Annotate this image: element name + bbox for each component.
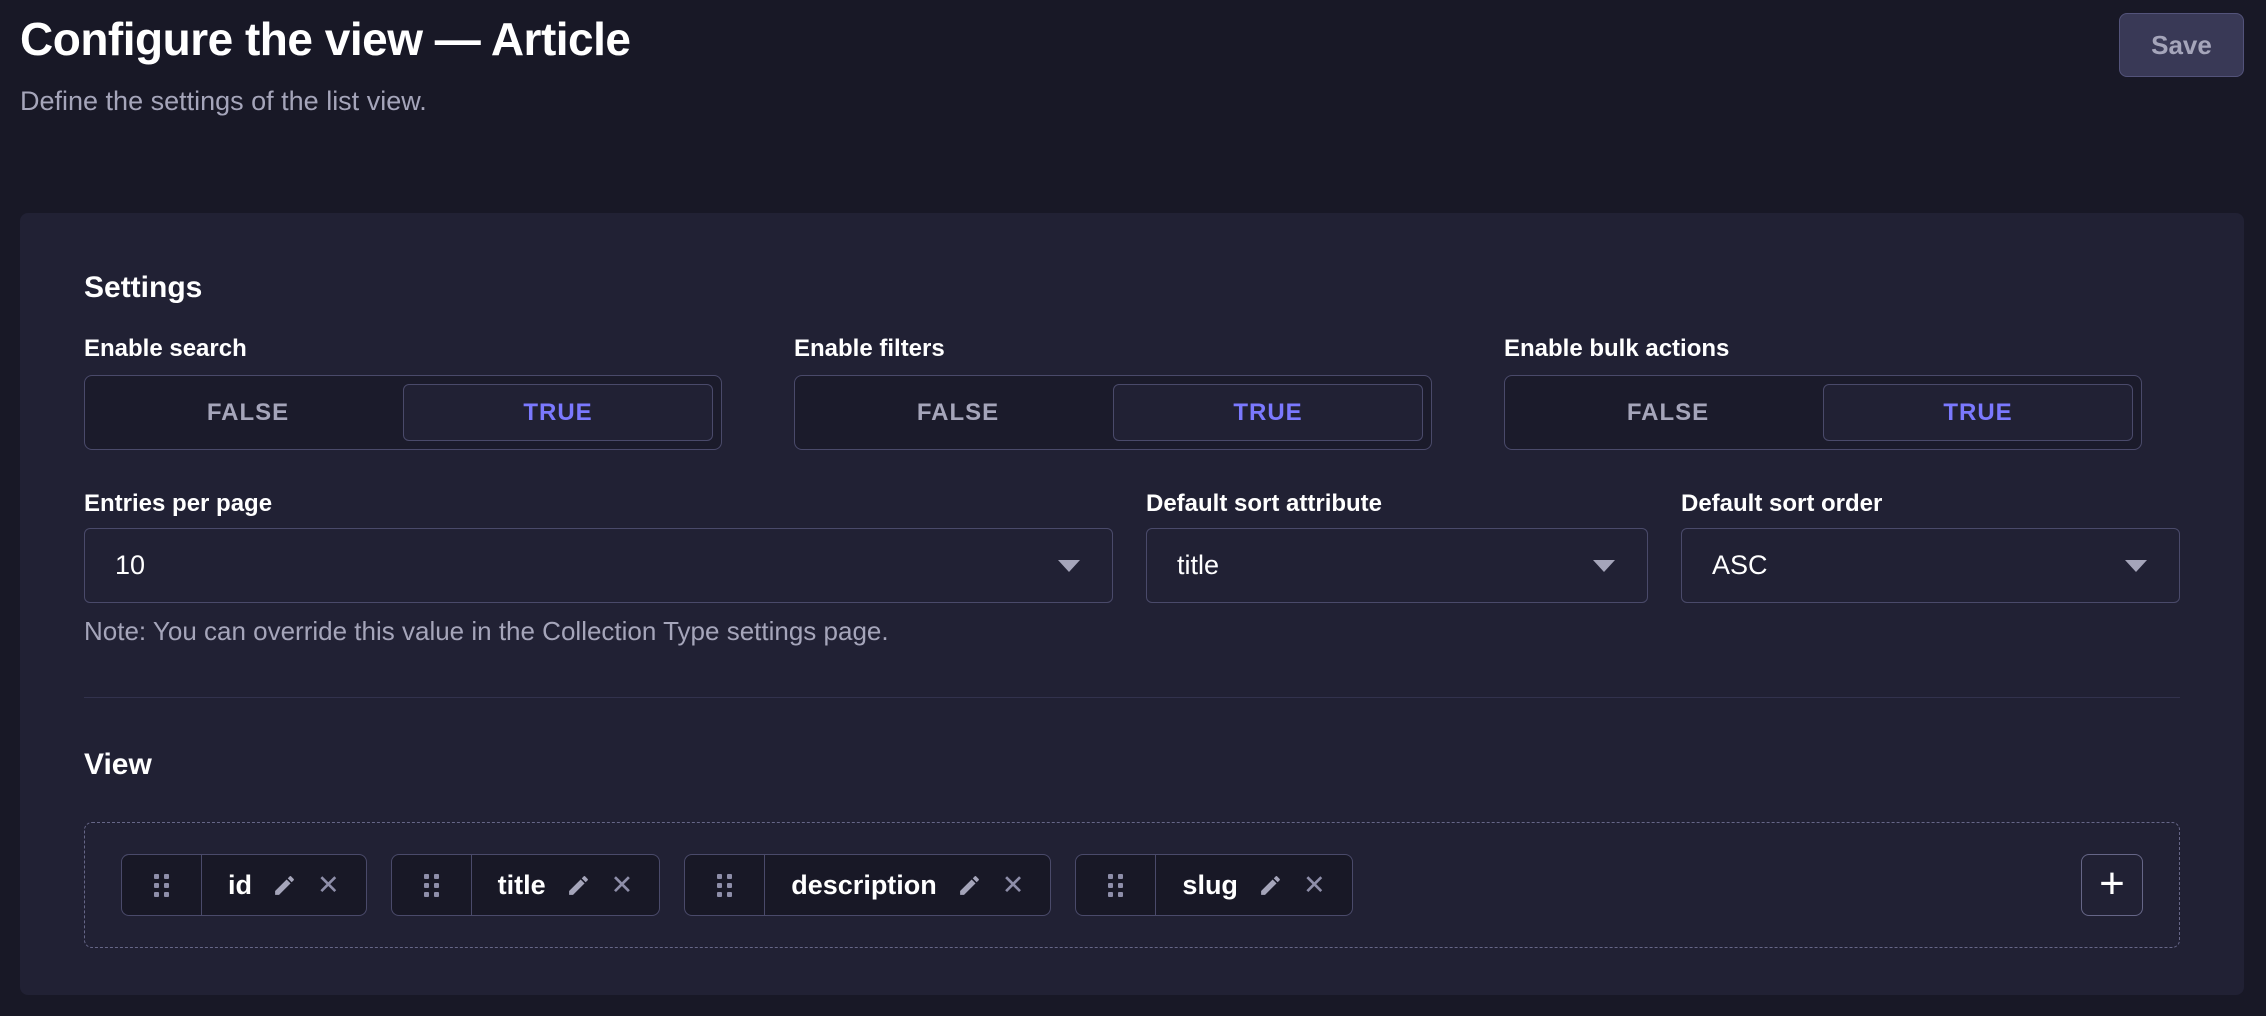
toggle-option-false[interactable]: FALSE [93,384,403,441]
field-chip-slug: slug ✕ [1075,854,1352,916]
save-button[interactable]: Save [2119,13,2244,77]
toggle-field-enable-filters: Enable filters FALSE TRUE [794,335,1432,450]
section-divider [84,697,2180,698]
edit-field-button[interactable] [272,873,297,898]
remove-field-button[interactable]: ✕ [611,872,634,899]
drag-handle[interactable] [1076,855,1156,915]
toggle-field-enable-search: Enable search FALSE TRUE [84,335,722,450]
field-label: Enable search [84,335,722,363]
chip-label: id [228,870,252,901]
toggle-option-false[interactable]: FALSE [1513,384,1823,441]
page-subtitle: Define the settings of the list view. [20,84,2244,118]
view-heading: View [84,746,2180,784]
drag-handle-icon [424,874,439,897]
drag-handle[interactable] [122,855,202,915]
pencil-icon [272,873,297,898]
drag-handle[interactable] [392,855,472,915]
chevron-down-icon [1058,560,1080,572]
settings-heading: Settings [84,269,2180,307]
field-chip-title: title ✕ [391,854,661,916]
toggle-option-true[interactable]: TRUE [1823,384,2133,441]
default-sort-order-select[interactable]: ASC [1681,528,2180,603]
chip-label: slug [1182,870,1238,901]
select-field-default-sort-attribute: Default sort attribute title [1146,490,1648,603]
remove-field-button[interactable]: ✕ [1303,872,1326,899]
toggle-option-true[interactable]: TRUE [1113,384,1423,441]
entries-per-page-select[interactable]: 10 [84,528,1113,603]
entries-per-page-note: Note: You can override this value in the… [84,615,2180,647]
remove-field-button[interactable]: ✕ [1002,872,1025,899]
page-title: Configure the view — Article [20,10,2244,68]
toggle-option-false[interactable]: FALSE [803,384,1113,441]
toggle-enable-filters: FALSE TRUE [794,375,1432,450]
remove-field-button[interactable]: ✕ [317,872,340,899]
select-row: Entries per page 10 Default sort attribu… [84,490,2180,603]
drag-handle-icon [1108,874,1123,897]
close-icon: ✕ [1303,872,1326,899]
drag-handle-icon [154,874,169,897]
pencil-icon [957,873,982,898]
edit-field-button[interactable] [566,873,591,898]
edit-field-button[interactable] [957,873,982,898]
chevron-down-icon [2125,560,2147,572]
field-label: Entries per page [84,490,1113,518]
select-value: 10 [115,550,145,581]
toggle-enable-search: FALSE TRUE [84,375,722,450]
add-field-button[interactable]: + [2081,854,2143,916]
toggle-row: Enable search FALSE TRUE Enable filters … [84,335,2180,450]
field-label: Enable filters [794,335,1432,363]
field-label: Default sort order [1681,490,2180,518]
select-value: title [1177,550,1219,581]
chip-body: slug ✕ [1156,855,1351,915]
plus-icon: + [2099,862,2125,906]
field-list-dropzone: id ✕ title ✕ [84,822,2180,948]
toggle-option-true[interactable]: TRUE [403,384,713,441]
select-field-default-sort-order: Default sort order ASC [1681,490,2180,603]
close-icon: ✕ [1002,872,1025,899]
close-icon: ✕ [317,872,340,899]
select-field-entries-per-page: Entries per page 10 [84,490,1113,603]
chip-body: description ✕ [765,855,1050,915]
pencil-icon [1258,873,1283,898]
drag-handle-icon [717,874,732,897]
field-label: Default sort attribute [1146,490,1648,518]
toggle-field-enable-bulk-actions: Enable bulk actions FALSE TRUE [1504,335,2142,450]
chip-body: id ✕ [202,855,366,915]
edit-field-button[interactable] [1258,873,1283,898]
field-chip-description: description ✕ [684,854,1051,916]
chip-label: description [791,870,937,901]
pencil-icon [566,873,591,898]
toggle-enable-bulk-actions: FALSE TRUE [1504,375,2142,450]
select-value: ASC [1712,550,1768,581]
field-label: Enable bulk actions [1504,335,2142,363]
chip-label: title [498,870,546,901]
drag-handle[interactable] [685,855,765,915]
default-sort-attribute-select[interactable]: title [1146,528,1648,603]
page-header: Configure the view — Article Define the … [0,0,2266,118]
chevron-down-icon [1593,560,1615,572]
close-icon: ✕ [611,872,634,899]
chip-body: title ✕ [472,855,660,915]
settings-card: Settings Enable search FALSE TRUE Enable… [20,213,2244,995]
field-chip-id: id ✕ [121,854,367,916]
